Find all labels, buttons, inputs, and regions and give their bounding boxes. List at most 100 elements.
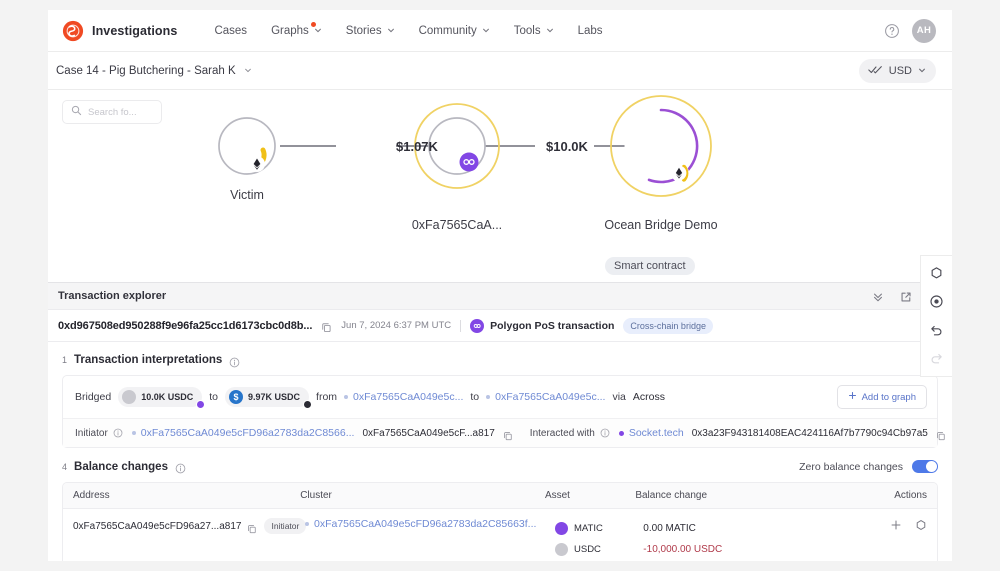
section-header: 4 Balance changes Zero balance changes	[62, 460, 938, 474]
from-amount-chip[interactable]: 10.0K USDC	[118, 387, 206, 409]
to-amount: 9.97K USDC	[248, 392, 301, 402]
add-to-graph-button[interactable]: Add to graph	[836, 385, 927, 409]
smart-contract-badge: Smart contract	[605, 257, 695, 275]
info-icon[interactable]	[600, 428, 611, 439]
divider	[460, 319, 462, 332]
circle-icon[interactable]	[915, 518, 927, 530]
usdc-coin-icon	[555, 542, 568, 556]
help-circle-icon[interactable]	[884, 23, 900, 39]
asset-name: USDC	[574, 543, 601, 555]
graph-canvas[interactable]: $1.07K $10.0K Victim 0xFa7565CaA... Ocea…	[48, 90, 952, 377]
nav-item-tools[interactable]: Tools	[503, 19, 565, 43]
node-label-address[interactable]: 0xFa7565CaA...	[387, 218, 527, 233]
nav-items: Cases Graphs Stories Community Tools Lab…	[203, 19, 613, 43]
interacted-with-name: Socket.tech	[628, 427, 684, 439]
section-count: 4	[62, 461, 68, 472]
avatar[interactable]: AH	[912, 18, 936, 43]
from-amount: 10.0K USDC	[141, 392, 194, 402]
nav-item-cases[interactable]: Cases	[203, 19, 258, 43]
investigations-logo-icon	[62, 20, 84, 42]
cell-asset: MATIC USDC	[545, 518, 633, 559]
copy-icon[interactable]	[321, 320, 332, 333]
zero-balance-switch[interactable]	[912, 460, 938, 473]
collapse-icon[interactable]	[872, 290, 884, 302]
add-to-graph-label: Add to graph	[861, 391, 916, 403]
address-bullet-icon	[131, 431, 136, 435]
from-word: from	[316, 391, 338, 403]
transaction-date: Jun 7, 2024 6:37 PM UTC	[341, 320, 452, 331]
table-row[interactable]: 0xFa7565CaA049e5cFD96a27...a817 Initiato…	[63, 509, 937, 561]
shape-tool-icon[interactable]	[929, 266, 945, 282]
interacted-with-label: Interacted with	[530, 428, 611, 439]
nav-item-community[interactable]: Community	[408, 19, 501, 43]
nav-label: Labs	[577, 24, 603, 37]
copy-icon[interactable]	[503, 428, 514, 440]
double-check-icon	[868, 64, 883, 78]
section-count: 1	[62, 355, 68, 365]
brand[interactable]: Investigations	[62, 20, 177, 42]
case-title-dropdown[interactable]: Case 14 - Pig Butchering - Sarah K	[56, 65, 252, 77]
from-address-link[interactable]: 0xFa7565CaA049e5c...	[344, 391, 463, 403]
currency-selector[interactable]: USD	[858, 58, 936, 83]
plus-icon	[848, 391, 857, 403]
cluster-link[interactable]: 0xFa7565CaA049e5cFD96a2783da2C85663f...	[305, 518, 537, 530]
via-word: via	[612, 391, 626, 403]
section-title: Balance changes	[74, 460, 168, 473]
copy-icon[interactable]	[936, 428, 947, 440]
cell-address: 0xFa7565CaA049e5cFD96a27...a817 Initiato…	[63, 518, 307, 534]
balance-value: -10,000.00 USDC	[643, 543, 723, 555]
nav-item-graphs[interactable]: Graphs	[260, 19, 333, 43]
to-word-1: to	[209, 391, 218, 403]
focus-tool-icon[interactable]	[929, 294, 945, 310]
cell-actions	[853, 518, 938, 530]
case-title-text: Case 14 - Pig Butchering - Sarah K	[56, 64, 236, 77]
from-address: 0xFa7565CaA049e5c...	[353, 391, 464, 403]
to-amount-chip[interactable]: $ 9.97K USDC	[225, 387, 313, 409]
cross-chain-bridge-tag[interactable]: Cross-chain bridge	[623, 317, 713, 334]
info-icon[interactable]	[175, 461, 186, 474]
nav-item-stories[interactable]: Stories	[335, 19, 406, 43]
address-bullet-icon	[305, 522, 309, 526]
transaction-hash[interactable]: 0xd967508ed950288f9e96fa25cc1d6173cbc0d8…	[58, 320, 312, 332]
info-icon[interactable]	[229, 355, 240, 367]
nav-item-labs[interactable]: Labs	[567, 19, 614, 43]
matic-coin-icon	[555, 521, 568, 535]
polygon-badge-icon	[196, 400, 206, 409]
initiator-cluster: 0xFa7565CaA049e5cFD96a2783da2C8566...	[140, 427, 355, 439]
to-word-2: to	[470, 391, 480, 403]
section-title: Transaction interpretations	[74, 354, 223, 366]
row-address: 0xFa7565CaA049e5cFD96a27...a817	[73, 520, 242, 532]
initiator-cluster-link[interactable]: 0xFa7565CaA049e5cFD96a2783da2C8566...	[131, 427, 355, 439]
open-external-icon[interactable]	[900, 290, 912, 302]
zero-balance-label: Zero balance changes	[799, 460, 903, 473]
nav-right: AH	[884, 18, 936, 43]
copy-icon[interactable]	[247, 521, 258, 533]
graph-svg	[218, 95, 712, 197]
column-header-balance-change: Balance change	[635, 490, 708, 501]
canvas-toolbar	[920, 255, 952, 377]
add-icon[interactable]	[890, 518, 902, 530]
node-label-ocean-bridge[interactable]: Ocean Bridge Demo	[601, 218, 721, 233]
to-address-link[interactable]: 0xFa7565CaA049e5c...	[486, 391, 605, 403]
row-cluster: 0xFa7565CaA049e5cFD96a2783da2C85663f...	[314, 518, 537, 530]
info-icon[interactable]	[113, 428, 124, 439]
column-header-cluster: Cluster	[300, 490, 332, 501]
undo-tool-icon[interactable]	[929, 322, 945, 338]
top-navbar: Investigations Cases Graphs Stories Comm…	[48, 10, 952, 52]
socket-tech-link[interactable]: Socket.tech	[618, 427, 684, 439]
case-bar: Case 14 - Pig Butchering - Sarah K USD	[48, 52, 952, 90]
chevron-down-icon	[244, 66, 252, 74]
zero-balance-toggle-group: Zero balance changes	[799, 460, 938, 473]
edge-label-2: $10.0K	[546, 139, 588, 154]
transaction-hash-row: 0xd967508ed950288f9e96fa25cc1d6173cbc0d8…	[48, 310, 952, 342]
interpretation-verb: Bridged	[75, 391, 112, 403]
chevron-down-icon	[314, 26, 322, 34]
cell-balance-change: 0.00 MATIC -10,000.00 USDC	[633, 518, 852, 559]
app-window: Investigations Cases Graphs Stories Comm…	[48, 10, 952, 561]
chevron-down-icon	[482, 26, 490, 34]
address-bullet-icon	[344, 395, 349, 399]
screen: Investigations Cases Graphs Stories Comm…	[0, 0, 1000, 571]
nav-label: Cases	[214, 24, 248, 37]
initiator-label-text: Initiator	[75, 427, 108, 439]
node-label-victim[interactable]: Victim	[207, 188, 287, 203]
